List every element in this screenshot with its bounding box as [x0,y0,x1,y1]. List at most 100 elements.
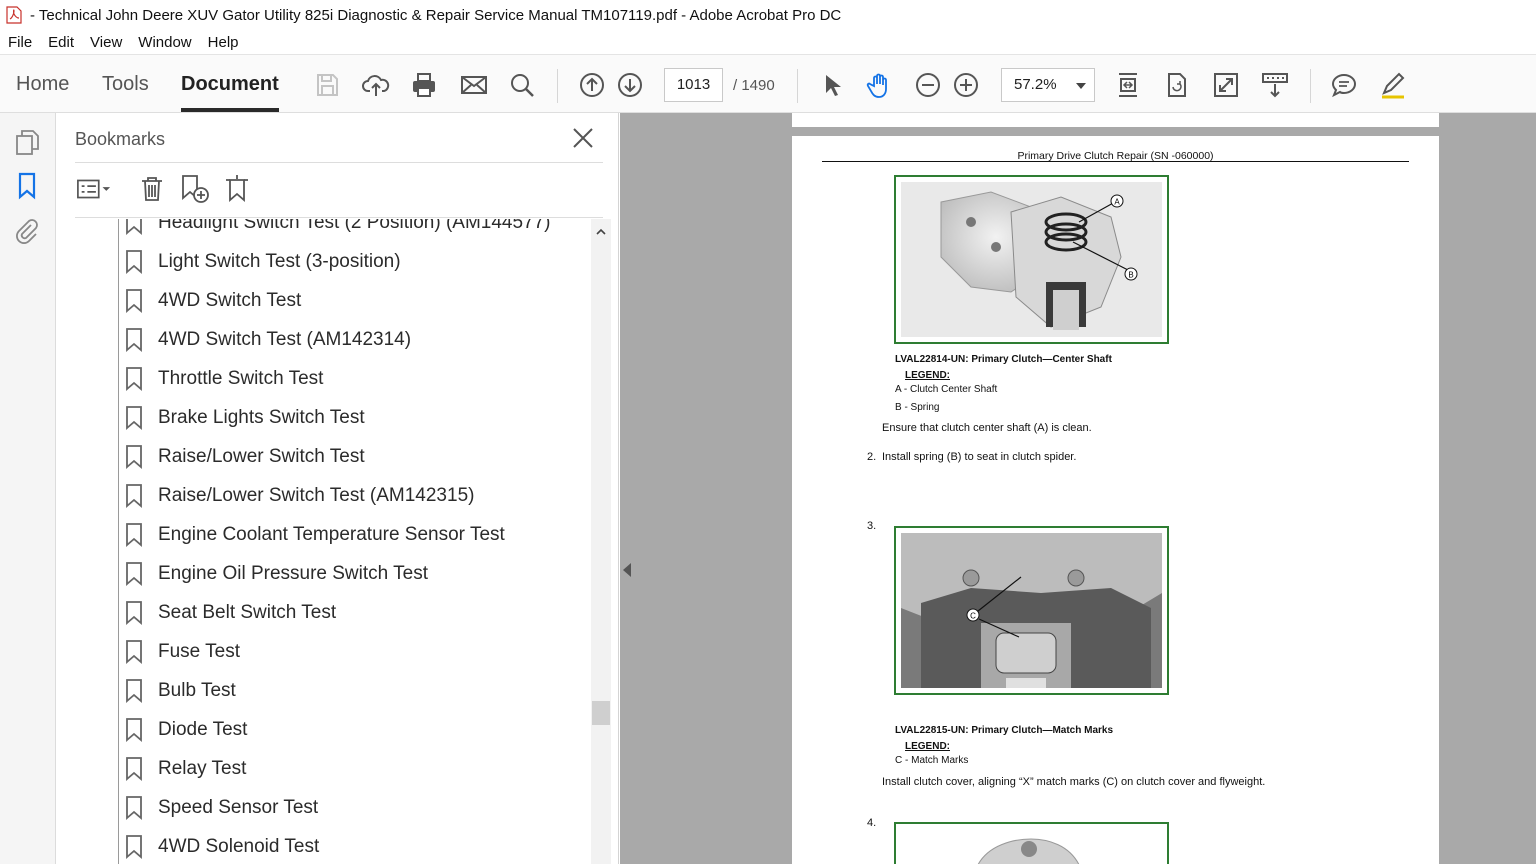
tab-home[interactable]: Home [16,73,69,96]
figure-step-4 [894,822,1169,864]
bookmark-icon [126,756,142,781]
title-bar: - Technical John Deere XUV Gator Utility… [0,0,1536,30]
bookmark-label: Headlight Switch Test (2 Position) (AM14… [158,219,551,233]
menu-edit[interactable]: Edit [48,34,74,51]
bookmark-icon [126,561,142,586]
collapse-panel-icon[interactable] [623,563,631,577]
bookmark-icon [126,600,142,625]
bookmark-label: Fuse Test [158,640,241,662]
menu-window[interactable]: Window [138,34,191,51]
legend-item: A - Clutch Center Shaft [895,384,998,395]
bookmark-item[interactable]: Diode Test [125,710,590,749]
divider [75,162,603,163]
bookmark-label: Relay Test [158,757,247,779]
bookmark-label: Raise/Lower Switch Test (AM142315) [158,484,475,506]
chevron-down-icon [1076,83,1086,89]
bookmark-icon [126,366,142,391]
bookmark-item[interactable]: Bulb Test [125,671,590,710]
select-cursor-icon[interactable] [815,69,847,101]
bookmark-item[interactable]: 4WD Solenoid Test [125,827,590,864]
figure-caption: LVAL22815-UN: Primary Clutch—Match Marks [895,725,1114,736]
comment-icon[interactable] [1328,69,1360,101]
fit-width-icon[interactable] [1112,69,1144,101]
expand-bookmark-icon[interactable] [219,173,255,205]
figure-center-shaft: A B [894,175,1169,344]
pen-highlight-icon[interactable] [1377,69,1409,101]
clutch-match-marks-photo: C [901,533,1162,688]
zoom-level-select[interactable]: 57.2% [1001,68,1095,102]
zoom-in-icon[interactable] [950,69,982,101]
scroll-mode-icon[interactable] [1259,69,1291,101]
page-number-input[interactable]: 1013 [664,68,723,102]
bookmark-icon [126,483,142,508]
bookmark-label: Brake Lights Switch Test [158,406,365,428]
bookmark-item[interactable]: Engine Coolant Temperature Sensor Test [125,515,590,554]
search-icon[interactable] [506,69,538,101]
tab-document[interactable]: Document [181,73,279,112]
legend-item: B - Spring [895,402,940,413]
step-number: 4. [867,817,877,829]
bookmark-item[interactable]: Raise/Lower Switch Test [125,437,590,476]
bookmark-label: Seat Belt Switch Test [158,601,337,623]
figure-caption: LVAL22814-UN: Primary Clutch—Center Shaf… [895,354,1112,365]
bookmark-item[interactable]: Seat Belt Switch Test [125,593,590,632]
bookmark-label: 4WD Solenoid Test [158,835,320,857]
bookmark-label: Light Switch Test (3-position) [158,250,401,272]
page-thumbnails-icon[interactable] [12,127,42,157]
tab-tools[interactable]: Tools [102,73,149,96]
bookmark-icon [126,249,142,274]
bookmarks-panel: Bookmarks Headlight Switch Test (2 Posit… [56,113,619,864]
rotate-page-icon[interactable] [1161,69,1193,101]
bookmark-options-button[interactable] [76,173,112,205]
menu-file[interactable]: File [8,34,32,51]
attachments-icon[interactable] [12,215,42,245]
scroll-up-icon[interactable] [596,227,606,237]
bookmark-label: Engine Oil Pressure Switch Test [158,562,428,584]
menu-bar: File Edit View Window Help [0,30,1536,54]
bookmark-icon [126,639,142,664]
new-bookmark-icon[interactable] [177,173,213,205]
bookmark-item[interactable]: Raise/Lower Switch Test (AM142315) [125,476,590,515]
toolbar-separator [1310,69,1311,103]
cloud-upload-icon[interactable] [360,69,392,101]
bookmark-icon [126,444,142,469]
full-screen-icon[interactable] [1210,69,1242,101]
instruction-text: Install spring (B) to seat in clutch spi… [882,451,1077,463]
close-icon[interactable] [570,125,596,151]
bookmarks-icon[interactable] [12,171,42,201]
bookmark-icon [126,678,142,703]
print-icon[interactable] [408,69,440,101]
next-page-icon[interactable] [614,69,646,101]
header-rule [822,161,1409,162]
toolbar-separator [797,69,798,103]
legend-label: LEGEND: [905,741,950,752]
delete-bookmark-icon[interactable] [134,173,170,205]
bookmark-icon [126,522,142,547]
bookmark-scrollbar[interactable] [591,219,611,864]
zoom-out-icon[interactable] [912,69,944,101]
bookmark-item[interactable]: 4WD Switch Test [125,281,590,320]
bookmark-label: Speed Sensor Test [158,796,319,818]
legend-label: LEGEND: [905,370,950,381]
scrollbar-thumb[interactable] [592,701,610,725]
bookmark-item[interactable]: Engine Oil Pressure Switch Test [125,554,590,593]
document-view[interactable]: Primary Drive Clutch Repair (SN -060000) [620,113,1536,864]
bookmark-item[interactable]: Fuse Test [125,632,590,671]
bookmark-item[interactable]: Brake Lights Switch Test [125,398,590,437]
bookmark-item[interactable]: Relay Test [125,749,590,788]
zoom-level-value: 57.2% [1014,76,1057,93]
previous-page-icon[interactable] [576,69,608,101]
email-icon[interactable] [458,69,490,101]
bookmark-item[interactable]: Light Switch Test (3-position) [125,242,590,281]
menu-help[interactable]: Help [208,34,239,51]
bookmark-item[interactable]: Speed Sensor Test [125,788,590,827]
window-title: - Technical John Deere XUV Gator Utility… [30,6,842,24]
bookmark-item[interactable]: 4WD Switch Test (AM142314) [125,320,590,359]
bookmark-item[interactable]: Throttle Switch Test [125,359,590,398]
bookmark-item[interactable]: Headlight Switch Test (2 Position) (AM14… [125,219,590,242]
bookmark-label: Diode Test [158,718,248,740]
hand-tool-icon[interactable] [864,69,896,101]
menu-view[interactable]: View [90,34,122,51]
save-icon[interactable] [311,69,343,101]
bookmark-label: 4WD Switch Test (AM142314) [158,328,412,350]
